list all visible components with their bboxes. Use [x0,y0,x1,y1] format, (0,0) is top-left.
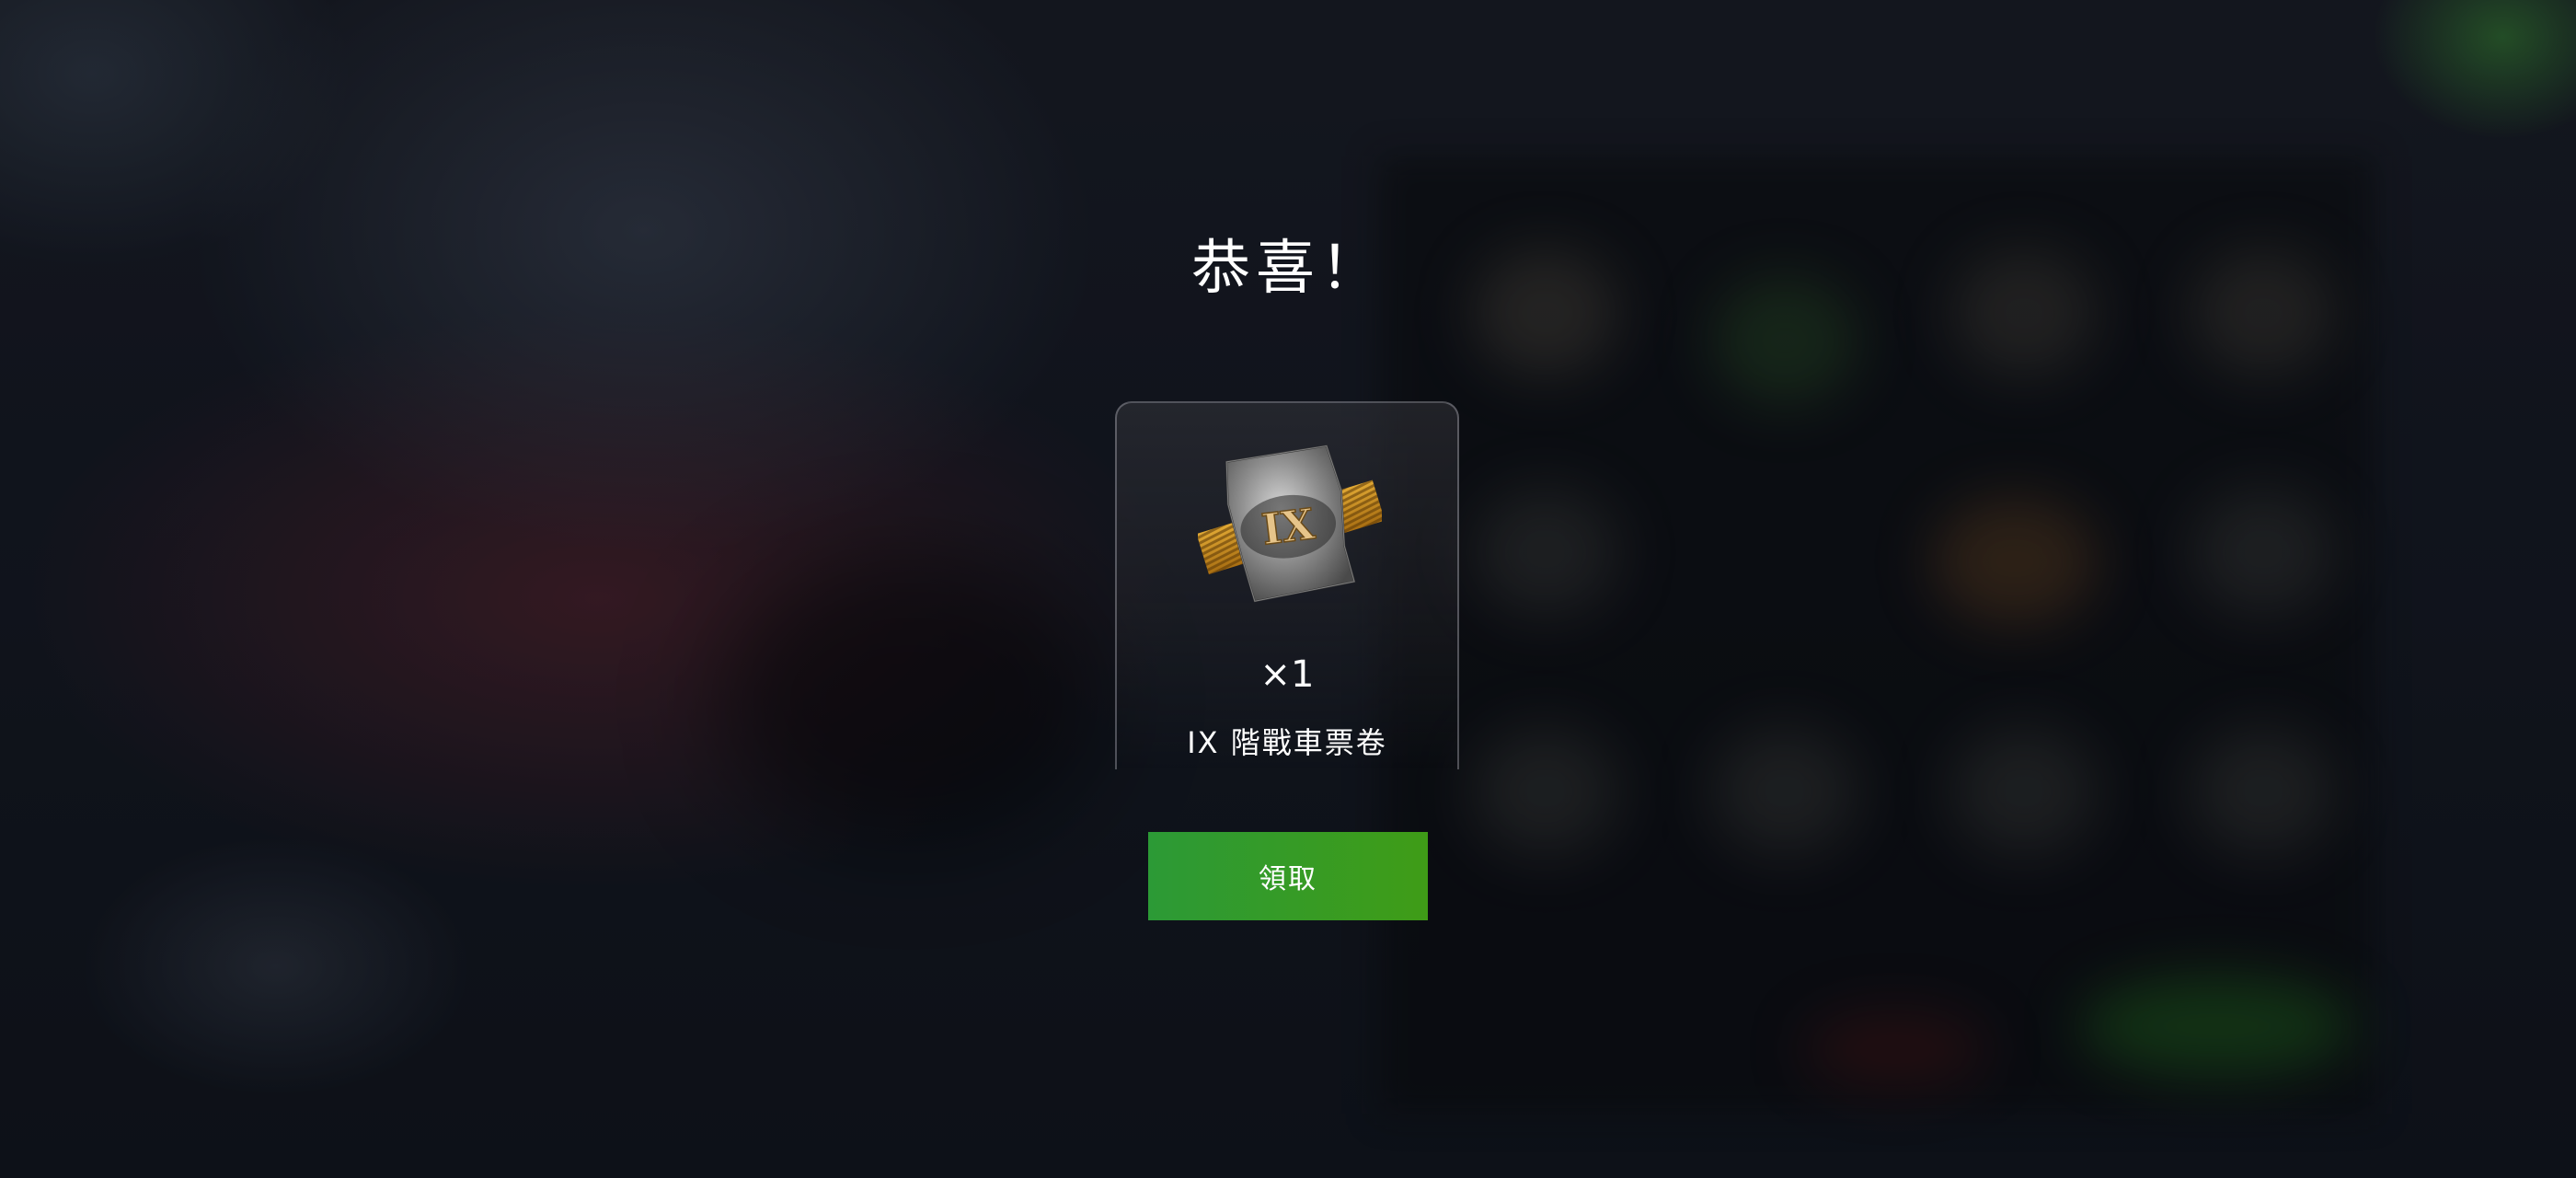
tier-ix-ticket-icon: IX [1196,442,1386,607]
reward-card: IX ×1 IX 階戰車票卷 [1115,401,1459,769]
game-screen: 恭喜！ IX ×1 IX 階戰車票卷 領取 [0,0,2576,1178]
reward-quantity: ×1 [1259,653,1315,696]
dialog-title: 恭喜！ [1191,235,1385,303]
claim-button[interactable]: 領取 [1148,832,1428,920]
reward-name: IX 階戰車票卷 [1187,725,1387,760]
svg-text:IX: IX [1259,499,1318,555]
